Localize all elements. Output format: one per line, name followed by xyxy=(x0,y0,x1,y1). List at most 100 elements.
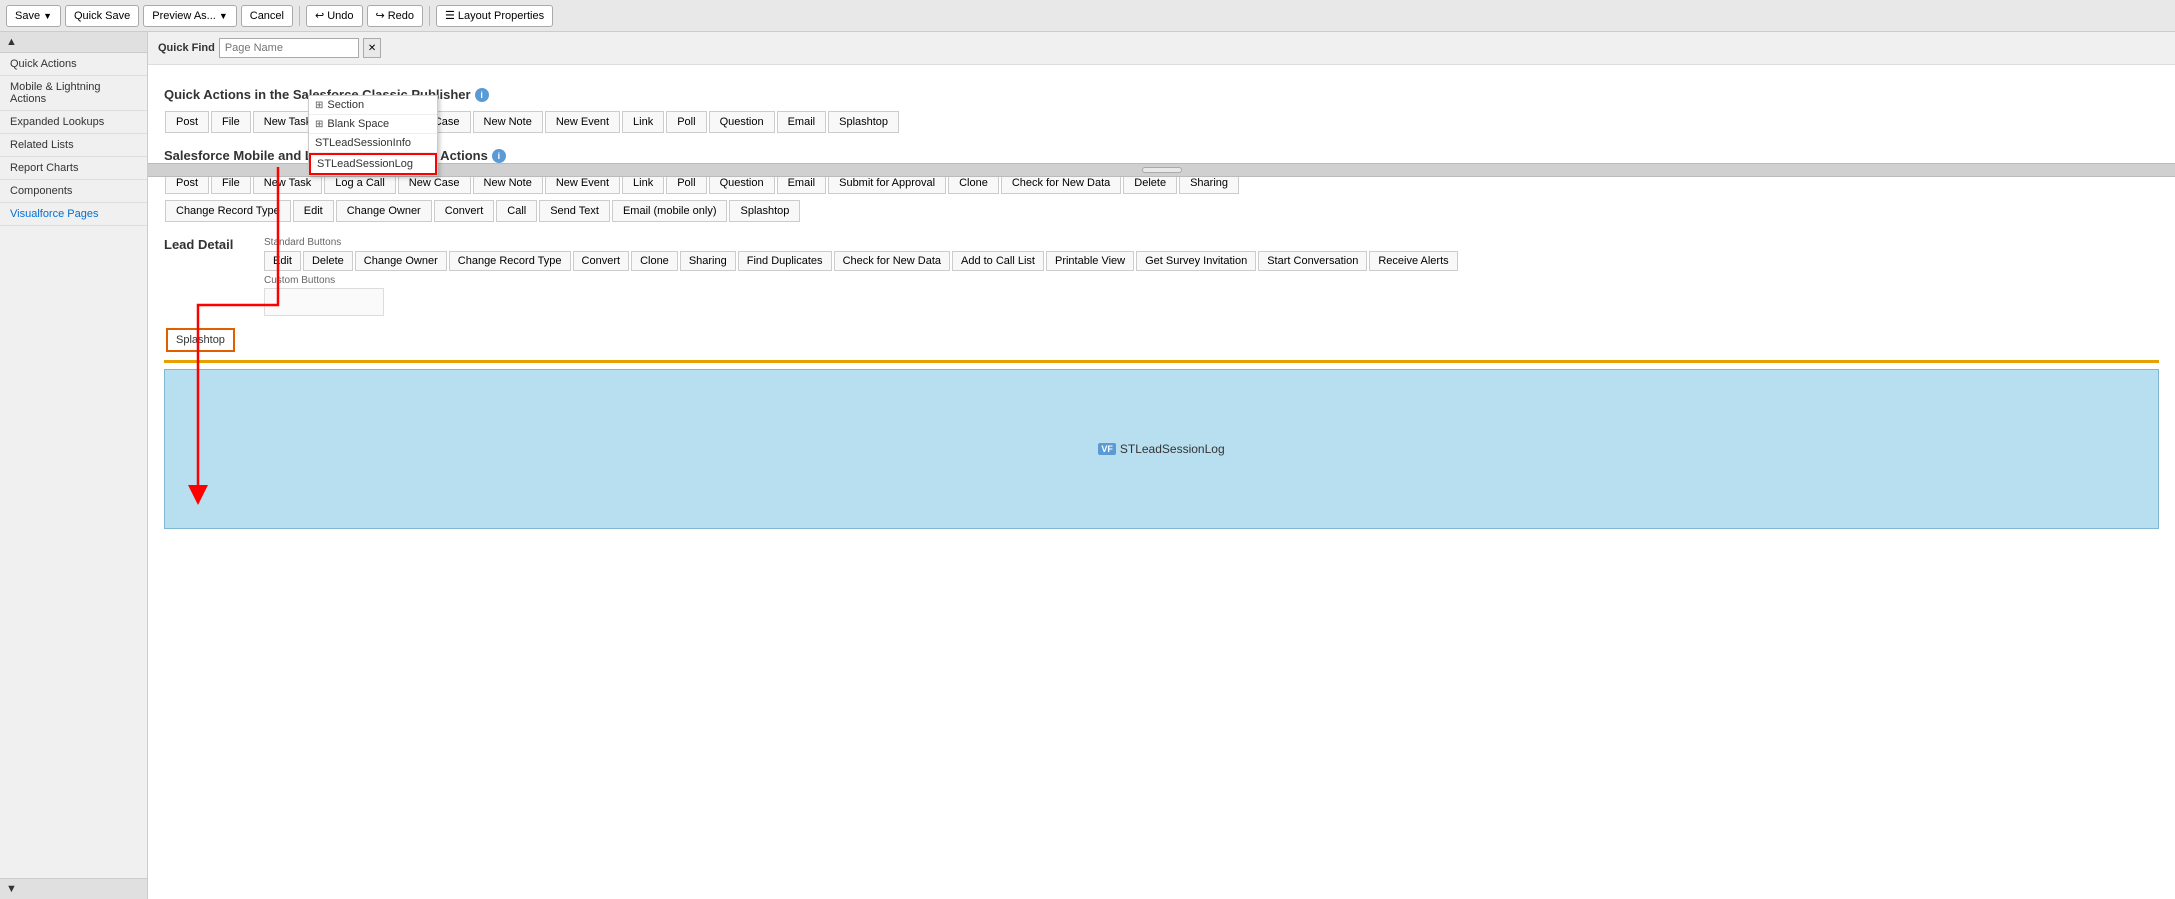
classic-action-btn[interactable]: Link xyxy=(622,111,664,133)
classic-publisher-info-icon[interactable]: i xyxy=(475,88,489,102)
quick-find-input[interactable] xyxy=(219,38,359,58)
custom-buttons-area xyxy=(264,288,384,316)
mobile-action-btn-row2[interactable]: Send Text xyxy=(539,200,610,222)
panel-collapse-icon[interactable]: ▲ xyxy=(6,36,17,48)
quick-find-label: Quick Find xyxy=(158,42,215,54)
blank-icon: ⊞ xyxy=(315,119,323,130)
save-button[interactable]: Save ▼ xyxy=(6,5,61,27)
standard-button[interactable]: Check for New Data xyxy=(834,251,950,271)
orange-divider xyxy=(164,360,2159,363)
standard-button[interactable]: Edit xyxy=(264,251,301,271)
lead-detail-container: Lead Detail Standard Buttons EditDeleteC… xyxy=(164,237,2159,316)
toolbar-divider-2 xyxy=(429,6,430,26)
standard-button[interactable]: Clone xyxy=(631,251,678,271)
mobile-action-btn-row2[interactable]: Splashtop xyxy=(729,200,800,222)
sidebar-item-visualforce-pages[interactable]: Visualforce Pages xyxy=(0,203,147,226)
layout-properties-button[interactable]: ☰ Layout Properties xyxy=(436,5,553,27)
palette-item-stleadsessionlog[interactable]: STLeadSessionLog xyxy=(309,153,437,175)
cancel-button[interactable]: Cancel xyxy=(241,5,293,27)
vf-badge: VF xyxy=(1098,443,1116,455)
mobile-action-btn-row2[interactable]: Change Record Type xyxy=(165,200,291,222)
sidebar-item-quick-actions[interactable]: Quick Actions xyxy=(0,53,147,76)
redo-label: Redo xyxy=(388,10,414,22)
standard-button[interactable]: Delete xyxy=(303,251,353,271)
toolbar-divider xyxy=(299,6,300,26)
standard-button[interactable]: Printable View xyxy=(1046,251,1134,271)
save-label: Save xyxy=(15,10,40,22)
standard-buttons-row: EditDeleteChange OwnerChange Record Type… xyxy=(264,251,2159,271)
undo-icon: ↩ xyxy=(315,9,324,22)
mobile-action-btn-row2[interactable]: Call xyxy=(496,200,537,222)
layout-icon: ☰ xyxy=(445,9,455,22)
preview-arrow-icon: ▼ xyxy=(219,11,228,21)
palette-item-section[interactable]: ⊞ Section xyxy=(309,96,437,115)
vf-item-label: STLeadSessionLog xyxy=(1120,442,1225,456)
standard-button[interactable]: Add to Call List xyxy=(952,251,1044,271)
standard-button[interactable]: Start Conversation xyxy=(1258,251,1367,271)
vf-item: VF STLeadSessionLog xyxy=(1098,442,1224,456)
mobile-action-btn-row2[interactable]: Convert xyxy=(434,200,495,222)
classic-action-btn[interactable]: Splashtop xyxy=(828,111,899,133)
palette-dropdown: ⊞ Section ⊞ Blank Space STLeadSessionInf… xyxy=(308,95,438,176)
palette-item-blank[interactable]: ⊞ Blank Space xyxy=(309,115,437,134)
preview-as-button[interactable]: Preview As... ▼ xyxy=(143,5,237,27)
custom-buttons-label: Custom Buttons xyxy=(264,275,2159,286)
layout-wrapper: ⊞ Section ⊞ Blank Space STLeadSessionInf… xyxy=(148,65,2175,539)
standard-button[interactable]: Change Owner xyxy=(355,251,447,271)
undo-button[interactable]: ↩ Undo xyxy=(306,5,363,27)
classic-action-btn[interactable]: New Note xyxy=(473,111,543,133)
standard-buttons-label: Standard Buttons xyxy=(264,237,2159,248)
classic-action-btn[interactable]: New Event xyxy=(545,111,620,133)
mobile-lightning-title: Salesforce Mobile and Lightning Experien… xyxy=(164,148,2159,163)
mobile-lightning-info-icon[interactable]: i xyxy=(492,149,506,163)
splashtop-layout-item[interactable]: Splashtop xyxy=(166,328,235,352)
sidebar-item-expanded-lookups[interactable]: Expanded Lookups xyxy=(0,111,147,134)
undo-label: Undo xyxy=(327,10,353,22)
mobile-action-btn-row2[interactable]: Email (mobile only) xyxy=(612,200,728,222)
classic-publisher-actions: PostFileNew TaskLog a CallNew CaseNew No… xyxy=(164,110,2159,134)
mobile-action-btn-row2[interactable]: Change Owner xyxy=(336,200,432,222)
standard-button[interactable]: Convert xyxy=(573,251,630,271)
layout-items-area: Splashtop xyxy=(164,326,2159,354)
panel-expand-icon[interactable]: ▼ xyxy=(6,883,17,895)
page-layout: Quick Actions in the Salesforce Classic … xyxy=(148,65,2175,539)
lead-detail-buttons-area: Standard Buttons EditDeleteChange OwnerC… xyxy=(264,237,2159,316)
left-panel: ▲ Quick Actions Mobile & Lightning Actio… xyxy=(0,32,148,899)
layout-properties-label: Layout Properties xyxy=(458,10,544,22)
lead-detail-title: Lead Detail xyxy=(164,237,244,310)
left-panel-header: ▲ xyxy=(0,32,147,53)
standard-button[interactable]: Find Duplicates xyxy=(738,251,832,271)
classic-action-btn[interactable]: Question xyxy=(709,111,775,133)
section-icon: ⊞ xyxy=(315,100,323,111)
preview-as-label: Preview As... xyxy=(152,10,216,22)
palette-item-stleadsessioninfo[interactable]: STLeadSessionInfo xyxy=(309,134,437,153)
mobile-action-btn-row2[interactable]: Edit xyxy=(293,200,334,222)
redo-icon: ↪ xyxy=(376,9,385,22)
standard-button[interactable]: Sharing xyxy=(680,251,736,271)
classic-action-btn[interactable]: Post xyxy=(165,111,209,133)
classic-publisher-title: Quick Actions in the Salesforce Classic … xyxy=(164,87,2159,102)
sidebar-item-related-lists[interactable]: Related Lists xyxy=(0,134,147,157)
quick-find-clear-button[interactable]: ✕ xyxy=(363,38,381,58)
drag-handle-inner xyxy=(1142,167,1182,173)
vf-drop-area: VF STLeadSessionLog xyxy=(164,369,2159,529)
mobile-lightning-actions-row2: Change Record TypeEditChange OwnerConver… xyxy=(164,199,2159,223)
save-arrow-icon: ▼ xyxy=(43,11,52,21)
standard-button[interactable]: Receive Alerts xyxy=(1369,251,1457,271)
classic-action-btn[interactable]: Email xyxy=(777,111,827,133)
sidebar-item-report-charts[interactable]: Report Charts xyxy=(0,157,147,180)
quick-save-label: Quick Save xyxy=(74,10,130,22)
redo-button[interactable]: ↪ Redo xyxy=(367,5,424,27)
sidebar-item-mobile-lightning[interactable]: Mobile & Lightning Actions xyxy=(0,76,147,111)
classic-action-btn[interactable]: Poll xyxy=(666,111,706,133)
standard-button[interactable]: Change Record Type xyxy=(449,251,571,271)
classic-action-btn[interactable]: File xyxy=(211,111,251,133)
drag-handle-bar[interactable] xyxy=(148,163,2175,177)
cancel-label: Cancel xyxy=(250,10,284,22)
sidebar-item-components[interactable]: Components xyxy=(0,180,147,203)
quick-find-bar: Quick Find ✕ xyxy=(148,32,2175,65)
left-panel-footer: ▼ xyxy=(0,878,147,899)
toolbar: Save ▼ Quick Save Preview As... ▼ Cancel… xyxy=(0,0,2175,32)
standard-button[interactable]: Get Survey Invitation xyxy=(1136,251,1256,271)
quick-save-button[interactable]: Quick Save xyxy=(65,5,139,27)
